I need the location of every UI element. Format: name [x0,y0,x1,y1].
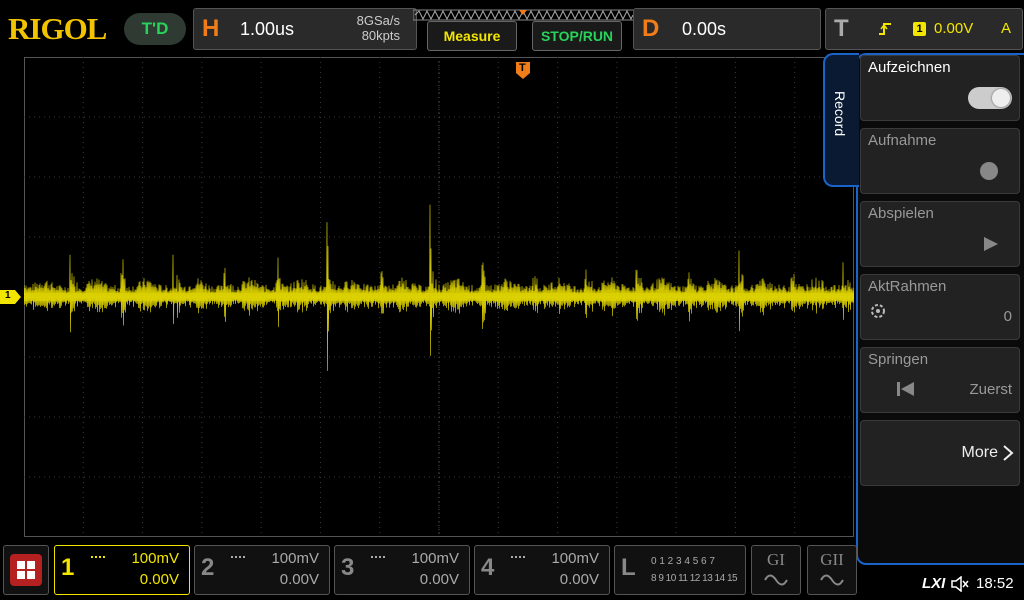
channel-scale: 100mV [131,550,179,567]
menu-item-more[interactable]: More [860,420,1020,486]
menu-item-aufnahme[interactable]: Aufnahme [860,128,1020,194]
skip-first-icon [897,382,914,396]
td-mode-badge[interactable]: T'D [124,13,186,45]
menu-item-label: More [961,444,998,461]
trigger-source-badge: 1 [913,22,926,36]
channel-offset: 0.00V [139,571,179,588]
jump-target-value: Zuerst [969,381,1012,398]
record-toggle[interactable] [968,87,1012,109]
acq-info: 8GSa/s 80kpts [357,13,400,43]
channel-offset: 0.00V [419,571,459,588]
waveform-grid[interactable] [24,57,854,537]
generator-1-label: GI [767,550,785,569]
channel-3-panel[interactable]: 3 100mV 0.00V [334,545,470,595]
menu-item-abspielen[interactable]: Abspielen [860,201,1020,267]
home-button[interactable] [3,545,49,595]
logic-panel[interactable]: L 0 1 2 3 4 5 6 7 8 9 10 11 12 13 14 15 [614,545,746,595]
menu-item-label: Springen [868,351,929,368]
dc-coupling-icon [371,556,385,560]
record-menu-tab[interactable]: Record [823,53,859,187]
channel-offset: 0.00V [279,571,319,588]
horizontal-letter: H [202,15,220,42]
sample-rate: 8GSa/s [356,13,400,28]
channel-4-panel[interactable]: 4 100mV 0.00V [474,545,610,595]
menu-item-label: Abspielen [868,205,934,222]
channel-offset: 0.00V [559,571,599,588]
sine-wave-icon [820,574,844,586]
menu-item-label: AktRahmen [868,278,947,295]
channel-scale: 100mV [551,550,599,567]
dc-coupling-icon [231,556,245,560]
chevron-right-icon [1003,445,1014,461]
stop-run-button[interactable]: STOP/RUN [532,21,622,51]
trigger-position-marker[interactable]: T [515,62,531,80]
channel-number: 1 [61,554,75,581]
rising-edge-icon [879,23,891,35]
channel-scale: 100mV [411,550,459,567]
rotary-knob-icon [871,304,885,318]
horizontal-panel[interactable]: H 1.00us 8GSa/s 80kpts [193,8,417,50]
sine-wave-icon [764,574,788,586]
lxi-logo: LXI [922,575,946,592]
channel-marker-shape [0,290,21,304]
trigger-letter: T [834,15,849,42]
channel-1-marker[interactable]: 1 [0,290,22,304]
channel-2-panel[interactable]: 2 100mV 0.00V [194,545,330,595]
channel-scale: 100mV [271,550,319,567]
memory-depth: 80kpts [361,28,400,43]
current-frame-value: 0 [1003,308,1012,325]
channel-number: 4 [481,554,495,581]
app-menu-icon [10,554,42,586]
channel-number: 3 [341,554,355,581]
channel-1-panel[interactable]: 1 100mV 0.00V [54,545,190,595]
menu-item-aktrahmen[interactable]: AktRahmen 0 [860,274,1020,340]
generator-1-button[interactable]: GI [751,545,801,595]
generator-2-button[interactable]: GII [807,545,857,595]
menu-item-aufzeichnen[interactable]: Aufzeichnen [860,55,1020,121]
record-tab-label: Record [832,91,848,137]
record-dot-icon [980,162,998,180]
logic-bits-row1: 0 1 2 3 4 5 6 7 [651,556,715,567]
trigger-panel[interactable]: T 1 0.00V A [825,8,1023,50]
dc-coupling-icon [511,556,525,560]
speaker-mute-icon[interactable] [951,576,969,592]
waveform-core [24,293,854,301]
channel-number: 2 [201,554,215,581]
delay-letter: D [642,15,660,42]
trigger-marker-label: T [519,62,526,74]
menu-item-springen[interactable]: Springen Zuerst [860,347,1020,413]
rigol-logo: RIGOL [8,11,107,46]
generator-2-label: GII [820,550,844,569]
trigger-level: 0.00V [934,20,974,37]
measure-button[interactable]: Measure [427,21,517,51]
trigger-mode: A [1001,20,1012,37]
clock-time: 18:52 [976,575,1014,592]
menu-item-label: Aufzeichnen [868,59,951,76]
menu-item-label: Aufnahme [868,132,937,149]
logic-bits-row2: 8 9 10 11 12 13 14 15 [651,573,738,584]
dc-coupling-icon [91,556,105,560]
delay-value: 0.00s [682,19,727,39]
play-icon [984,237,998,251]
logic-letter: L [621,554,636,581]
channel-marker-label: 1 [5,290,11,301]
timebase-value: 1.00us [240,19,295,39]
delay-panel[interactable]: D 0.00s [633,8,821,50]
